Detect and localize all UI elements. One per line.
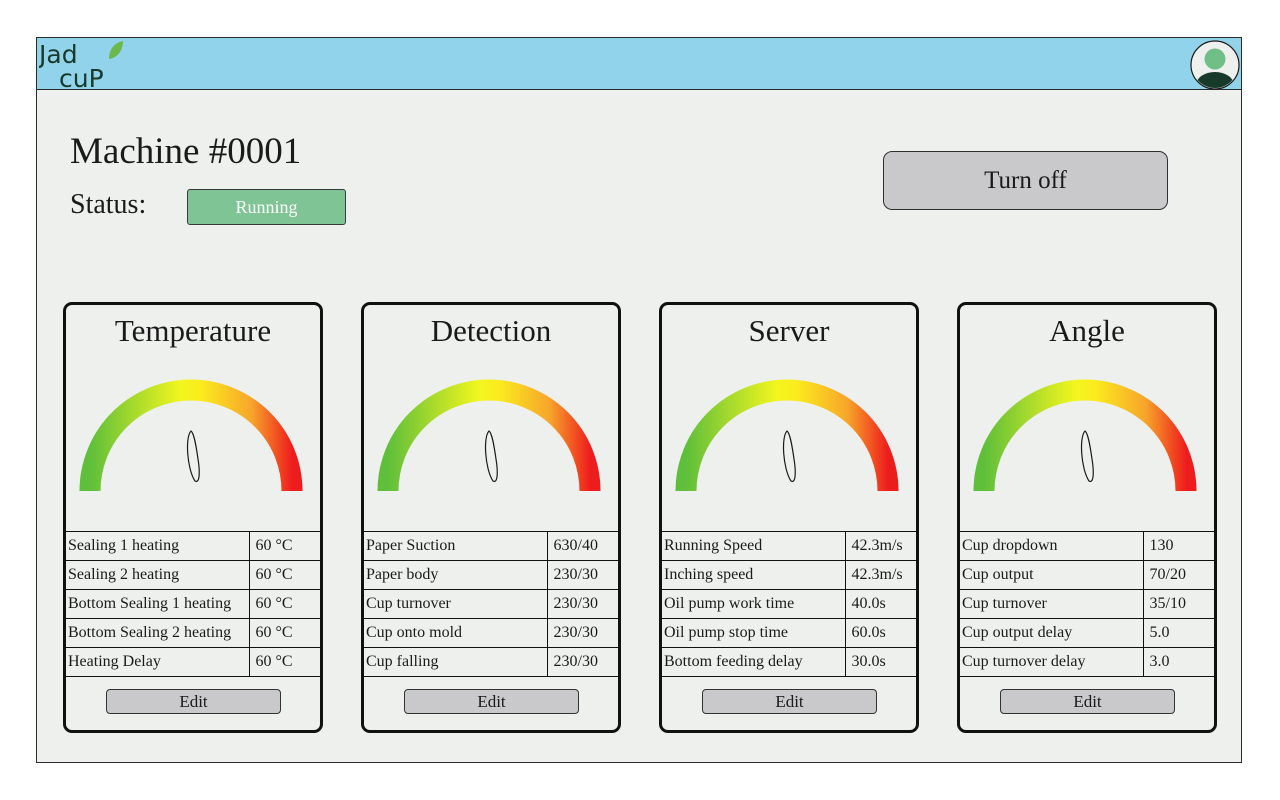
card-title: Temperature — [114, 313, 272, 348]
param-value: 5.0 — [1142, 618, 1214, 648]
param-value: 60 °C — [248, 531, 320, 561]
param-label: Inching speed — [662, 560, 846, 590]
params-table: Paper Suction 630/40 Paper body 230/30 C… — [364, 531, 618, 677]
table-row: Cup output delay 5.0 — [960, 618, 1214, 648]
param-label: Bottom feeding delay — [662, 647, 846, 677]
jadcup-logo[interactable]: Jad cuP — [39, 39, 123, 89]
param-value: 630/40 — [546, 531, 618, 561]
param-label: Paper Suction — [364, 531, 548, 561]
machine-title: Machine #0001 — [70, 131, 302, 172]
param-label: Cup falling — [364, 647, 548, 677]
edit-button[interactable]: Edit — [404, 689, 579, 714]
gauge-icon — [675, 379, 899, 492]
param-label: Cup turnover — [960, 589, 1144, 619]
table-row: Oil pump work time 40.0s — [662, 589, 916, 619]
param-value: 230/30 — [546, 589, 618, 619]
edit-button[interactable]: Edit — [1000, 689, 1175, 714]
param-value: 35/10 — [1142, 589, 1214, 619]
svg-text:cuP: cuP — [59, 64, 104, 89]
card-detection: Detection Paper Suction 630/40 Paper bod… — [361, 302, 621, 733]
card-angle: Angle Cup dropdown 130 Cup output 70/20 … — [957, 302, 1217, 733]
param-label: Cup onto mold — [364, 618, 548, 648]
gauge-needle-icon — [782, 430, 796, 483]
table-row: Cup turnover 35/10 — [960, 589, 1214, 619]
param-label: Oil pump stop time — [662, 618, 846, 648]
param-value: 230/30 — [546, 560, 618, 590]
param-label: Oil pump work time — [662, 589, 846, 619]
table-row: Cup turnover delay 3.0 — [960, 647, 1214, 677]
card-server: Server Running Speed 42.3m/s Inching spe… — [659, 302, 919, 733]
card-temperature: Temperature Sealing 1 heating 60 °C Seal… — [63, 302, 323, 733]
param-value: 42.3m/s — [844, 531, 916, 561]
edit-button[interactable]: Edit — [702, 689, 877, 714]
table-row: Cup output 70/20 — [960, 560, 1214, 590]
gauge-icon — [973, 379, 1197, 492]
card-title: Server — [748, 313, 830, 348]
gauge-needle-icon — [484, 430, 498, 483]
table-row: Heating Delay 60 °C — [66, 647, 320, 677]
status-badge: Running — [187, 189, 346, 225]
params-table: Running Speed 42.3m/s Inching speed 42.3… — [662, 531, 916, 677]
table-row: Cup dropdown 130 — [960, 531, 1214, 561]
status-label: Status: — [70, 189, 147, 220]
table-row: Sealing 1 heating 60 °C — [66, 531, 320, 561]
table-row: Cup turnover 230/30 — [364, 589, 618, 619]
param-label: Cup turnover delay — [960, 647, 1144, 677]
table-row: Inching speed 42.3m/s — [662, 560, 916, 590]
param-value: 60.0s — [844, 618, 916, 648]
param-value: 30.0s — [844, 647, 916, 677]
table-row: Cup onto mold 230/30 — [364, 618, 618, 648]
param-value: 60 °C — [248, 560, 320, 590]
app-window: Jad cuP Machine #0001 Status: Running Tu… — [36, 37, 1242, 763]
table-row: Bottom Sealing 2 heating 60 °C — [66, 618, 320, 648]
card-title: Detection — [430, 313, 552, 348]
param-value: 42.3m/s — [844, 560, 916, 590]
param-value: 3.0 — [1142, 647, 1214, 677]
param-value: 230/30 — [546, 647, 618, 677]
param-value: 130 — [1142, 531, 1214, 561]
param-label: Running Speed — [662, 531, 846, 561]
param-label: Cup output delay — [960, 618, 1144, 648]
param-label: Paper body — [364, 560, 548, 590]
params-table: Sealing 1 heating 60 °C Sealing 2 heatin… — [66, 531, 320, 677]
edit-button[interactable]: Edit — [106, 689, 281, 714]
param-value: 60 °C — [248, 589, 320, 619]
table-row: Bottom Sealing 1 heating 60 °C — [66, 589, 320, 619]
param-label: Sealing 1 heating — [66, 531, 250, 561]
param-value: 60 °C — [248, 647, 320, 677]
param-value: 40.0s — [844, 589, 916, 619]
turn-off-button[interactable]: Turn off — [883, 151, 1168, 210]
user-avatar-icon[interactable] — [1190, 40, 1240, 90]
param-label: Cup output — [960, 560, 1144, 590]
gauge-icon — [79, 379, 303, 492]
param-label: Bottom Sealing 1 heating — [66, 589, 250, 619]
table-row: Bottom feeding delay 30.0s — [662, 647, 916, 677]
table-row: Cup falling 230/30 — [364, 647, 618, 677]
param-value: 230/30 — [546, 618, 618, 648]
gauge-needle-icon — [186, 430, 200, 483]
gauge-icon — [377, 379, 601, 492]
param-value: 60 °C — [248, 618, 320, 648]
header-bar: Jad cuP — [37, 38, 1241, 90]
param-label: Sealing 2 heating — [66, 560, 250, 590]
table-row: Paper Suction 630/40 — [364, 531, 618, 561]
params-table: Cup dropdown 130 Cup output 70/20 Cup tu… — [960, 531, 1214, 677]
card-title: Angle — [1049, 313, 1125, 348]
param-value: 70/20 — [1142, 560, 1214, 590]
param-label: Bottom Sealing 2 heating — [66, 618, 250, 648]
param-label: Cup turnover — [364, 589, 548, 619]
gauge-needle-icon — [1080, 430, 1094, 483]
table-row: Running Speed 42.3m/s — [662, 531, 916, 561]
table-row: Paper body 230/30 — [364, 560, 618, 590]
table-row: Oil pump stop time 60.0s — [662, 618, 916, 648]
param-label: Heating Delay — [66, 647, 250, 677]
table-row: Sealing 2 heating 60 °C — [66, 560, 320, 590]
param-label: Cup dropdown — [960, 531, 1144, 561]
